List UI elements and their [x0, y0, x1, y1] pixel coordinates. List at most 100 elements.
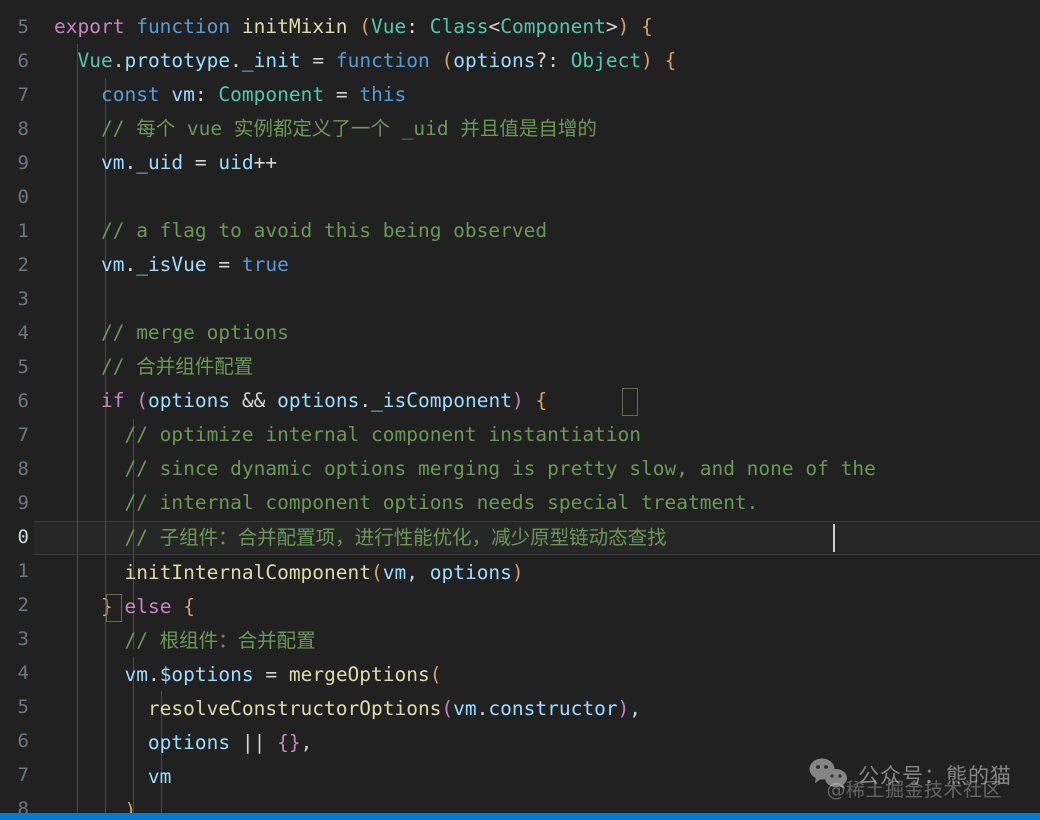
line-number: 2 — [17, 254, 29, 276]
token-keyword: function — [335, 49, 430, 72]
token-type: Component — [218, 83, 325, 106]
token-punct: , — [406, 561, 418, 584]
code-line[interactable]: initInternalComponent(vm, options) — [34, 556, 1040, 590]
code-line[interactable]: export function initMixin (Vue: Class<Co… — [34, 10, 1040, 44]
code-line[interactable]: // optimize internal component instantia… — [34, 418, 1040, 452]
token-variable: vm — [124, 663, 148, 686]
code-line[interactable]: Vue.prototype._init = function (options?… — [34, 44, 1040, 78]
token-paren: ) — [617, 15, 630, 38]
code-line[interactable]: vm.$options = mergeOptions( — [34, 658, 1040, 692]
code-line[interactable]: resolveConstructorOptions(vm.constructor… — [34, 692, 1040, 726]
token-property: constructor — [488, 697, 618, 720]
token-property: $options — [159, 663, 254, 686]
token-function: resolveConstructorOptions — [147, 697, 442, 720]
line-number: 5 — [17, 16, 29, 38]
token-variable: vm — [100, 253, 125, 276]
token-paren: ( — [441, 49, 454, 72]
token-variable: vm — [100, 151, 125, 174]
token-property: _init — [241, 49, 301, 72]
line-number: 6 — [17, 730, 29, 752]
code-line[interactable]: vm._isVue = true — [34, 248, 1040, 282]
code-editor[interactable]: 5 6 7 8 9 0 1 2 3 4 5 6 7 8 9 0 1 2 3 4 … — [0, 0, 1040, 820]
line-number: 3 — [17, 288, 29, 310]
token-property: _isComponent — [371, 389, 512, 412]
code-line[interactable]: // 合并组件配置 — [34, 350, 1040, 384]
code-line[interactable]: } else { — [34, 590, 1040, 624]
token-variable: vm — [382, 561, 407, 584]
code-line[interactable]: // a flag to avoid this being observed — [34, 214, 1040, 248]
token-operator: = — [312, 49, 325, 72]
code-line[interactable]: // 每个 vue 实例都定义了一个 _uid 并且值是自增的 — [34, 112, 1040, 146]
code-content[interactable]: export function initMixin (Vue: Class<Co… — [34, 0, 1040, 820]
line-number-active: 0 — [17, 526, 29, 548]
line-number: 7 — [17, 424, 29, 446]
code-line[interactable]: vm._uid = uid++ — [34, 146, 1040, 180]
code-line-active[interactable]: // 子组件：合并配置项，进行性能优化，减少原型链动态查找 — [34, 521, 1040, 555]
code-line[interactable]: // since dynamic options merging is pret… — [34, 452, 1040, 486]
token-variable: options — [147, 389, 231, 412]
token-comment: // merge options — [100, 321, 289, 344]
token-punct: , — [629, 697, 642, 720]
line-number: 2 — [17, 594, 29, 616]
token-punct: . — [124, 253, 137, 276]
code-line[interactable]: const vm: Component = this — [34, 78, 1040, 112]
token-brace: { — [664, 49, 677, 72]
token-paren: ( — [371, 561, 383, 584]
token-type: Vue — [77, 49, 113, 72]
code-line[interactable]: vm — [34, 760, 1040, 794]
token-paren: ( — [136, 389, 148, 412]
token-function: initMixin — [241, 15, 348, 38]
line-number-gutter[interactable]: 5 6 7 8 9 0 1 2 3 4 5 6 7 8 9 0 1 2 3 4 … — [0, 0, 34, 820]
token-comment: // 每个 vue 实例都定义了一个 _uid 并且值是自增的 — [100, 117, 597, 140]
token-operator: = — [218, 253, 231, 276]
text-cursor — [833, 524, 835, 552]
line-number: 4 — [17, 322, 29, 344]
token-function: mergeOptions — [288, 663, 430, 686]
status-bar[interactable] — [0, 813, 1040, 820]
token-punct: . — [112, 49, 125, 72]
token-punct: . — [124, 151, 137, 174]
line-number: 4 — [17, 662, 29, 684]
line-number: 9 — [17, 152, 29, 174]
token-paren: ) — [511, 561, 524, 584]
token-type: Object — [570, 49, 642, 72]
token-brace-match: { — [535, 389, 548, 412]
token-paren: ) — [617, 697, 630, 720]
token-paren: ( — [441, 697, 454, 720]
token-punct: . — [147, 663, 160, 686]
code-line[interactable]: options || {}, — [34, 726, 1040, 760]
token-comment: // since dynamic options merging is pret… — [124, 457, 876, 480]
line-number: 6 — [17, 390, 29, 412]
token-punct: . — [476, 697, 489, 720]
code-line[interactable] — [34, 282, 1040, 316]
line-number: 9 — [17, 492, 29, 514]
token-operator: ++ — [253, 151, 278, 174]
token-paren: ( — [429, 663, 442, 686]
code-line[interactable]: if (options && options._isComponent) { — [34, 384, 1040, 418]
token-keyword: if — [100, 389, 125, 412]
token-paren: ( — [359, 15, 372, 38]
token-paren: ) — [641, 49, 653, 72]
line-number: 7 — [17, 764, 29, 786]
code-line[interactable]: // 根组件：合并配置 — [34, 624, 1040, 658]
token-punct: , — [300, 731, 313, 754]
code-line[interactable]: // merge options — [34, 316, 1040, 350]
token-punct: . — [359, 389, 372, 412]
token-variable: vm — [453, 697, 477, 720]
code-line[interactable] — [34, 180, 1040, 214]
token-variable: options — [277, 389, 360, 412]
token-operator: = — [194, 151, 207, 174]
token-variable: vm — [147, 765, 172, 788]
token-comment: // 子组件：合并配置项，进行性能优化，减少原型链动态查找 — [124, 526, 667, 549]
token-type: Vue — [371, 15, 407, 38]
line-number: 8 — [17, 458, 29, 480]
line-number: 8 — [17, 118, 29, 140]
token-operator: = — [335, 83, 348, 106]
token-property: prototype — [124, 49, 231, 72]
token-variable: uid — [218, 151, 254, 174]
line-number: 3 — [17, 628, 29, 650]
line-number: 1 — [17, 560, 29, 582]
line-number: 6 — [17, 50, 29, 72]
token-keyword: true — [241, 253, 289, 276]
code-line[interactable]: // internal component options needs spec… — [34, 486, 1040, 520]
